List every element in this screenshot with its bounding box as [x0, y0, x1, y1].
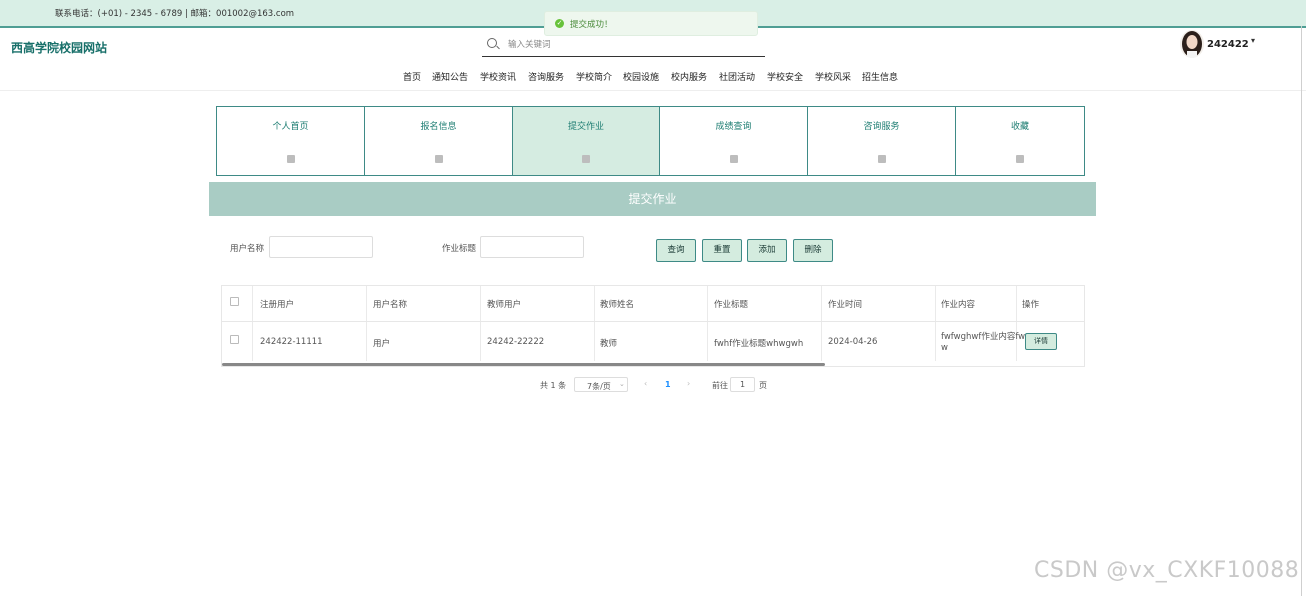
card-consult[interactable]: 咨询服务 — [807, 106, 956, 176]
search-icon — [487, 38, 497, 48]
col-teacher-name: 教师姓名 — [600, 300, 635, 310]
avatar[interactable] — [1180, 30, 1204, 58]
goto-label: 前往 — [712, 381, 728, 390]
nav-item-admissions[interactable]: 招生信息 — [862, 70, 898, 83]
total-count: 共 1 条 — [540, 381, 567, 390]
col-homework-title: 作业标题 — [714, 300, 749, 310]
col-user-name: 用户名称 — [373, 300, 408, 310]
homework-title-field[interactable] — [480, 236, 584, 258]
cell-homework-content-wrap: w — [941, 343, 948, 353]
horizontal-scrollbar[interactable] — [222, 363, 825, 366]
card-grades[interactable]: 成绩查询 — [659, 106, 808, 176]
cell-teacher-user: 24242-22222 — [487, 337, 545, 347]
chevron-down-icon: ⌄ — [619, 380, 625, 388]
card-label: 报名信息 — [420, 122, 457, 132]
main-nav: 首页 通知公告 学校资讯 咨询服务 学校简介 校园设施 校内服务 社团活动 学校… — [0, 70, 1306, 91]
col-homework-time: 作业时间 — [828, 300, 863, 310]
page-number-current[interactable]: 1 — [665, 380, 671, 389]
card-favorites[interactable]: 收藏 — [955, 106, 1085, 176]
window-edge — [1301, 26, 1302, 596]
next-page-button[interactable]: › — [687, 379, 690, 388]
table-header-row: 注册用户 用户名称 教师用户 教师姓名 作业标题 作业时间 作业内容 操作 — [222, 286, 1084, 322]
select-all-checkbox[interactable] — [230, 297, 239, 306]
goto-page-input[interactable]: 1 — [730, 377, 755, 392]
nav-item-gallery[interactable]: 学校风采 — [815, 70, 851, 83]
query-button[interactable]: 查询 — [656, 239, 696, 262]
card-submit-homework[interactable]: 提交作业 — [512, 106, 660, 176]
cell-homework-time: 2024-04-26 — [828, 337, 878, 347]
col-reg-user: 注册用户 — [260, 300, 295, 310]
card-icon — [582, 155, 590, 163]
card-label: 提交作业 — [567, 122, 604, 132]
homework-table: 注册用户 用户名称 教师用户 教师姓名 作业标题 作业时间 作业内容 操作 24… — [221, 285, 1085, 367]
card-icon — [729, 155, 738, 163]
page-size-select[interactable]: 7条/页 ⌄ — [574, 377, 628, 392]
card-icon — [286, 155, 295, 163]
success-toast: ✓ 提交成功！ — [544, 11, 758, 36]
user-name-field[interactable] — [269, 236, 373, 258]
card-registration[interactable]: 报名信息 — [364, 106, 513, 176]
card-icon — [434, 155, 443, 163]
cell-homework-title: fwhf作业标题whwgwh — [714, 339, 804, 349]
card-label: 咨询服务 — [863, 122, 900, 132]
nav-item-safety[interactable]: 学校安全 — [767, 70, 803, 83]
nav-item-consult[interactable]: 咨询服务 — [528, 70, 564, 83]
cell-teacher-name: 教师 — [600, 339, 618, 349]
cell-homework-content: fwfwghwf作业内容fw — [941, 332, 1026, 342]
chevron-down-icon[interactable]: ▾ — [1251, 36, 1255, 45]
toast-message: 提交成功！ — [570, 20, 613, 30]
user-name-label: 用户名称 — [230, 244, 265, 254]
nav-item-news[interactable]: 学校资讯 — [480, 70, 516, 83]
card-label: 成绩查询 — [715, 122, 752, 132]
success-check-icon: ✓ — [555, 19, 564, 28]
detail-button[interactable]: 详情 — [1025, 333, 1057, 350]
col-teacher-user: 教师用户 — [487, 300, 522, 310]
username[interactable]: 242422 — [1207, 39, 1249, 50]
nav-item-notices[interactable]: 通知公告 — [432, 70, 468, 83]
user-menu[interactable]: 242422 ▾ — [1180, 30, 1280, 60]
col-homework-content: 作业内容 — [941, 300, 976, 310]
nav-item-services[interactable]: 校内服务 — [671, 70, 707, 83]
delete-button[interactable]: 删除 — [793, 239, 833, 262]
contact-info: 联系电话：(+01) - 2345 - 6789 | 邮箱：001002@163… — [55, 9, 295, 19]
page-suffix: 页 — [759, 381, 767, 390]
nav-item-home[interactable]: 首页 — [403, 70, 421, 83]
search-box[interactable] — [482, 34, 765, 57]
homework-title-label: 作业标题 — [442, 244, 477, 254]
watermark: CSDN @vx_CXKF10088 — [1034, 558, 1300, 583]
col-actions: 操作 — [1022, 300, 1040, 310]
card-icon — [877, 155, 886, 163]
card-icon — [1016, 155, 1024, 163]
site-title[interactable]: 西高学院校园网站 — [11, 39, 107, 56]
add-button[interactable]: 添加 — [747, 239, 787, 262]
cell-user-name: 用户 — [373, 339, 391, 349]
table-row: 242422-11111 用户 24242-22222 教师 fwhf作业标题w… — [222, 321, 1084, 361]
cell-reg-user: 242422-11111 — [260, 337, 323, 347]
nav-item-clubs[interactable]: 社团活动 — [719, 70, 755, 83]
card-label: 个人首页 — [272, 122, 309, 132]
card-personal-home[interactable]: 个人首页 — [216, 106, 365, 176]
pagination: 共 1 条 7条/页 ⌄ ‹ 1 › 前往 1 页 — [0, 377, 1306, 393]
reset-button[interactable]: 重置 — [702, 239, 742, 262]
search-input[interactable] — [506, 37, 760, 53]
section-title: 提交作业 — [209, 182, 1096, 216]
prev-page-button[interactable]: ‹ — [644, 379, 647, 388]
row-checkbox[interactable] — [230, 335, 239, 344]
center-menu-cards: 个人首页 报名信息 提交作业 成绩查询 咨询服务 收藏 — [216, 106, 1085, 176]
card-label: 收藏 — [1010, 122, 1029, 132]
nav-item-about[interactable]: 学校简介 — [576, 70, 612, 83]
page-size-value: 7条/页 — [587, 382, 611, 391]
nav-item-facilities[interactable]: 校园设施 — [623, 70, 659, 83]
